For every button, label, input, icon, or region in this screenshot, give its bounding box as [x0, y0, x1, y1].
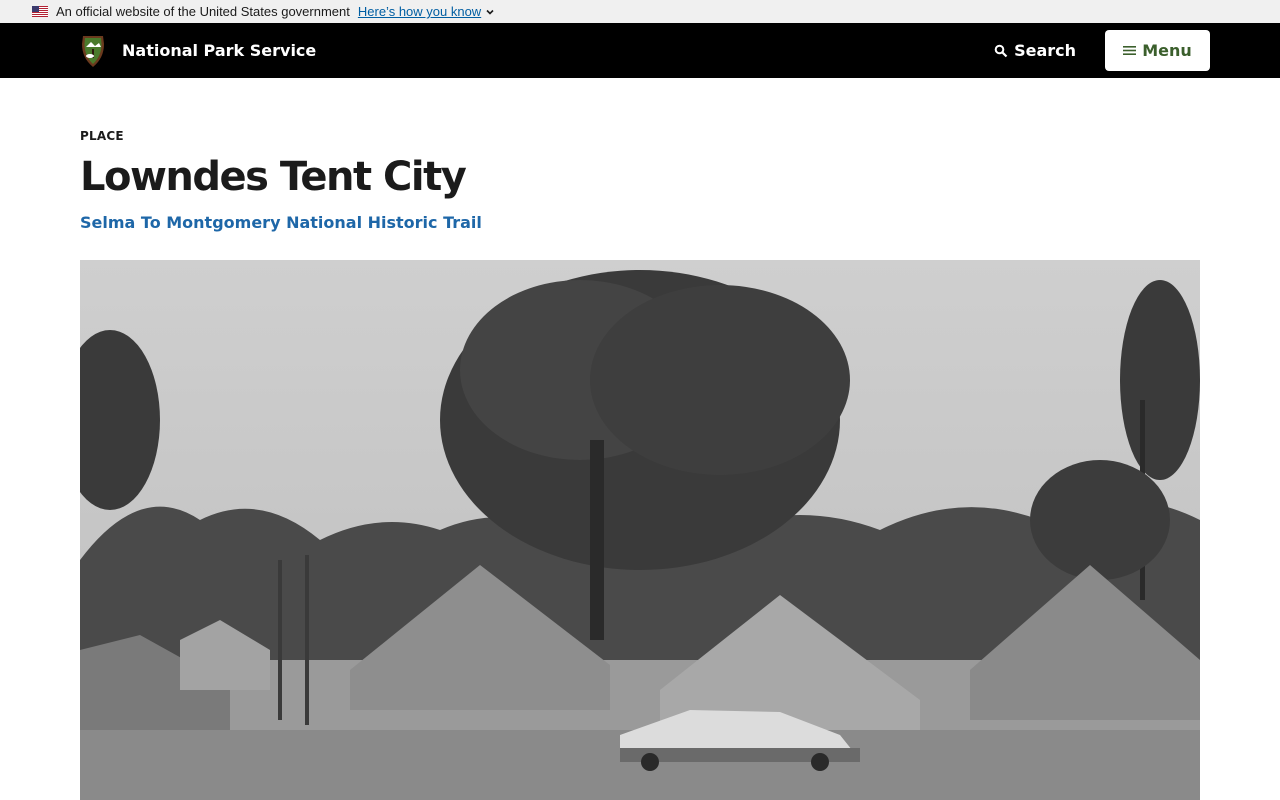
heres-how-you-know-link[interactable]: Here’s how you know [358, 4, 495, 19]
chevron-down-icon [486, 9, 494, 15]
nps-arrowhead-logo-icon[interactable] [80, 34, 106, 68]
us-flag-icon [32, 6, 48, 17]
main-content: PLACE Lowndes Tent City Selma To Montgom… [0, 78, 1280, 232]
page-title: Lowndes Tent City [80, 154, 467, 200]
search-button[interactable]: Search [994, 41, 1076, 60]
search-label: Search [1014, 41, 1076, 60]
page-type-label: PLACE [80, 129, 124, 143]
gov-banner-text: An official website of the United States… [56, 4, 350, 19]
search-icon [994, 44, 1008, 57]
menu-button[interactable]: Menu [1105, 30, 1210, 71]
hamburger-icon [1123, 46, 1137, 55]
header-actions: Search Menu [994, 30, 1210, 71]
site-name[interactable]: National Park Service [122, 41, 316, 60]
menu-label: Menu [1142, 41, 1192, 60]
tent-city-photo-image [80, 260, 1200, 800]
gov-banner: An official website of the United States… [0, 0, 1280, 23]
site-header: National Park Service Search Menu [0, 23, 1280, 78]
park-link[interactable]: Selma To Montgomery National Historic Tr… [80, 213, 482, 232]
hero-photo [80, 260, 1200, 800]
heres-how-you-know-label: Here’s how you know [357, 4, 482, 19]
